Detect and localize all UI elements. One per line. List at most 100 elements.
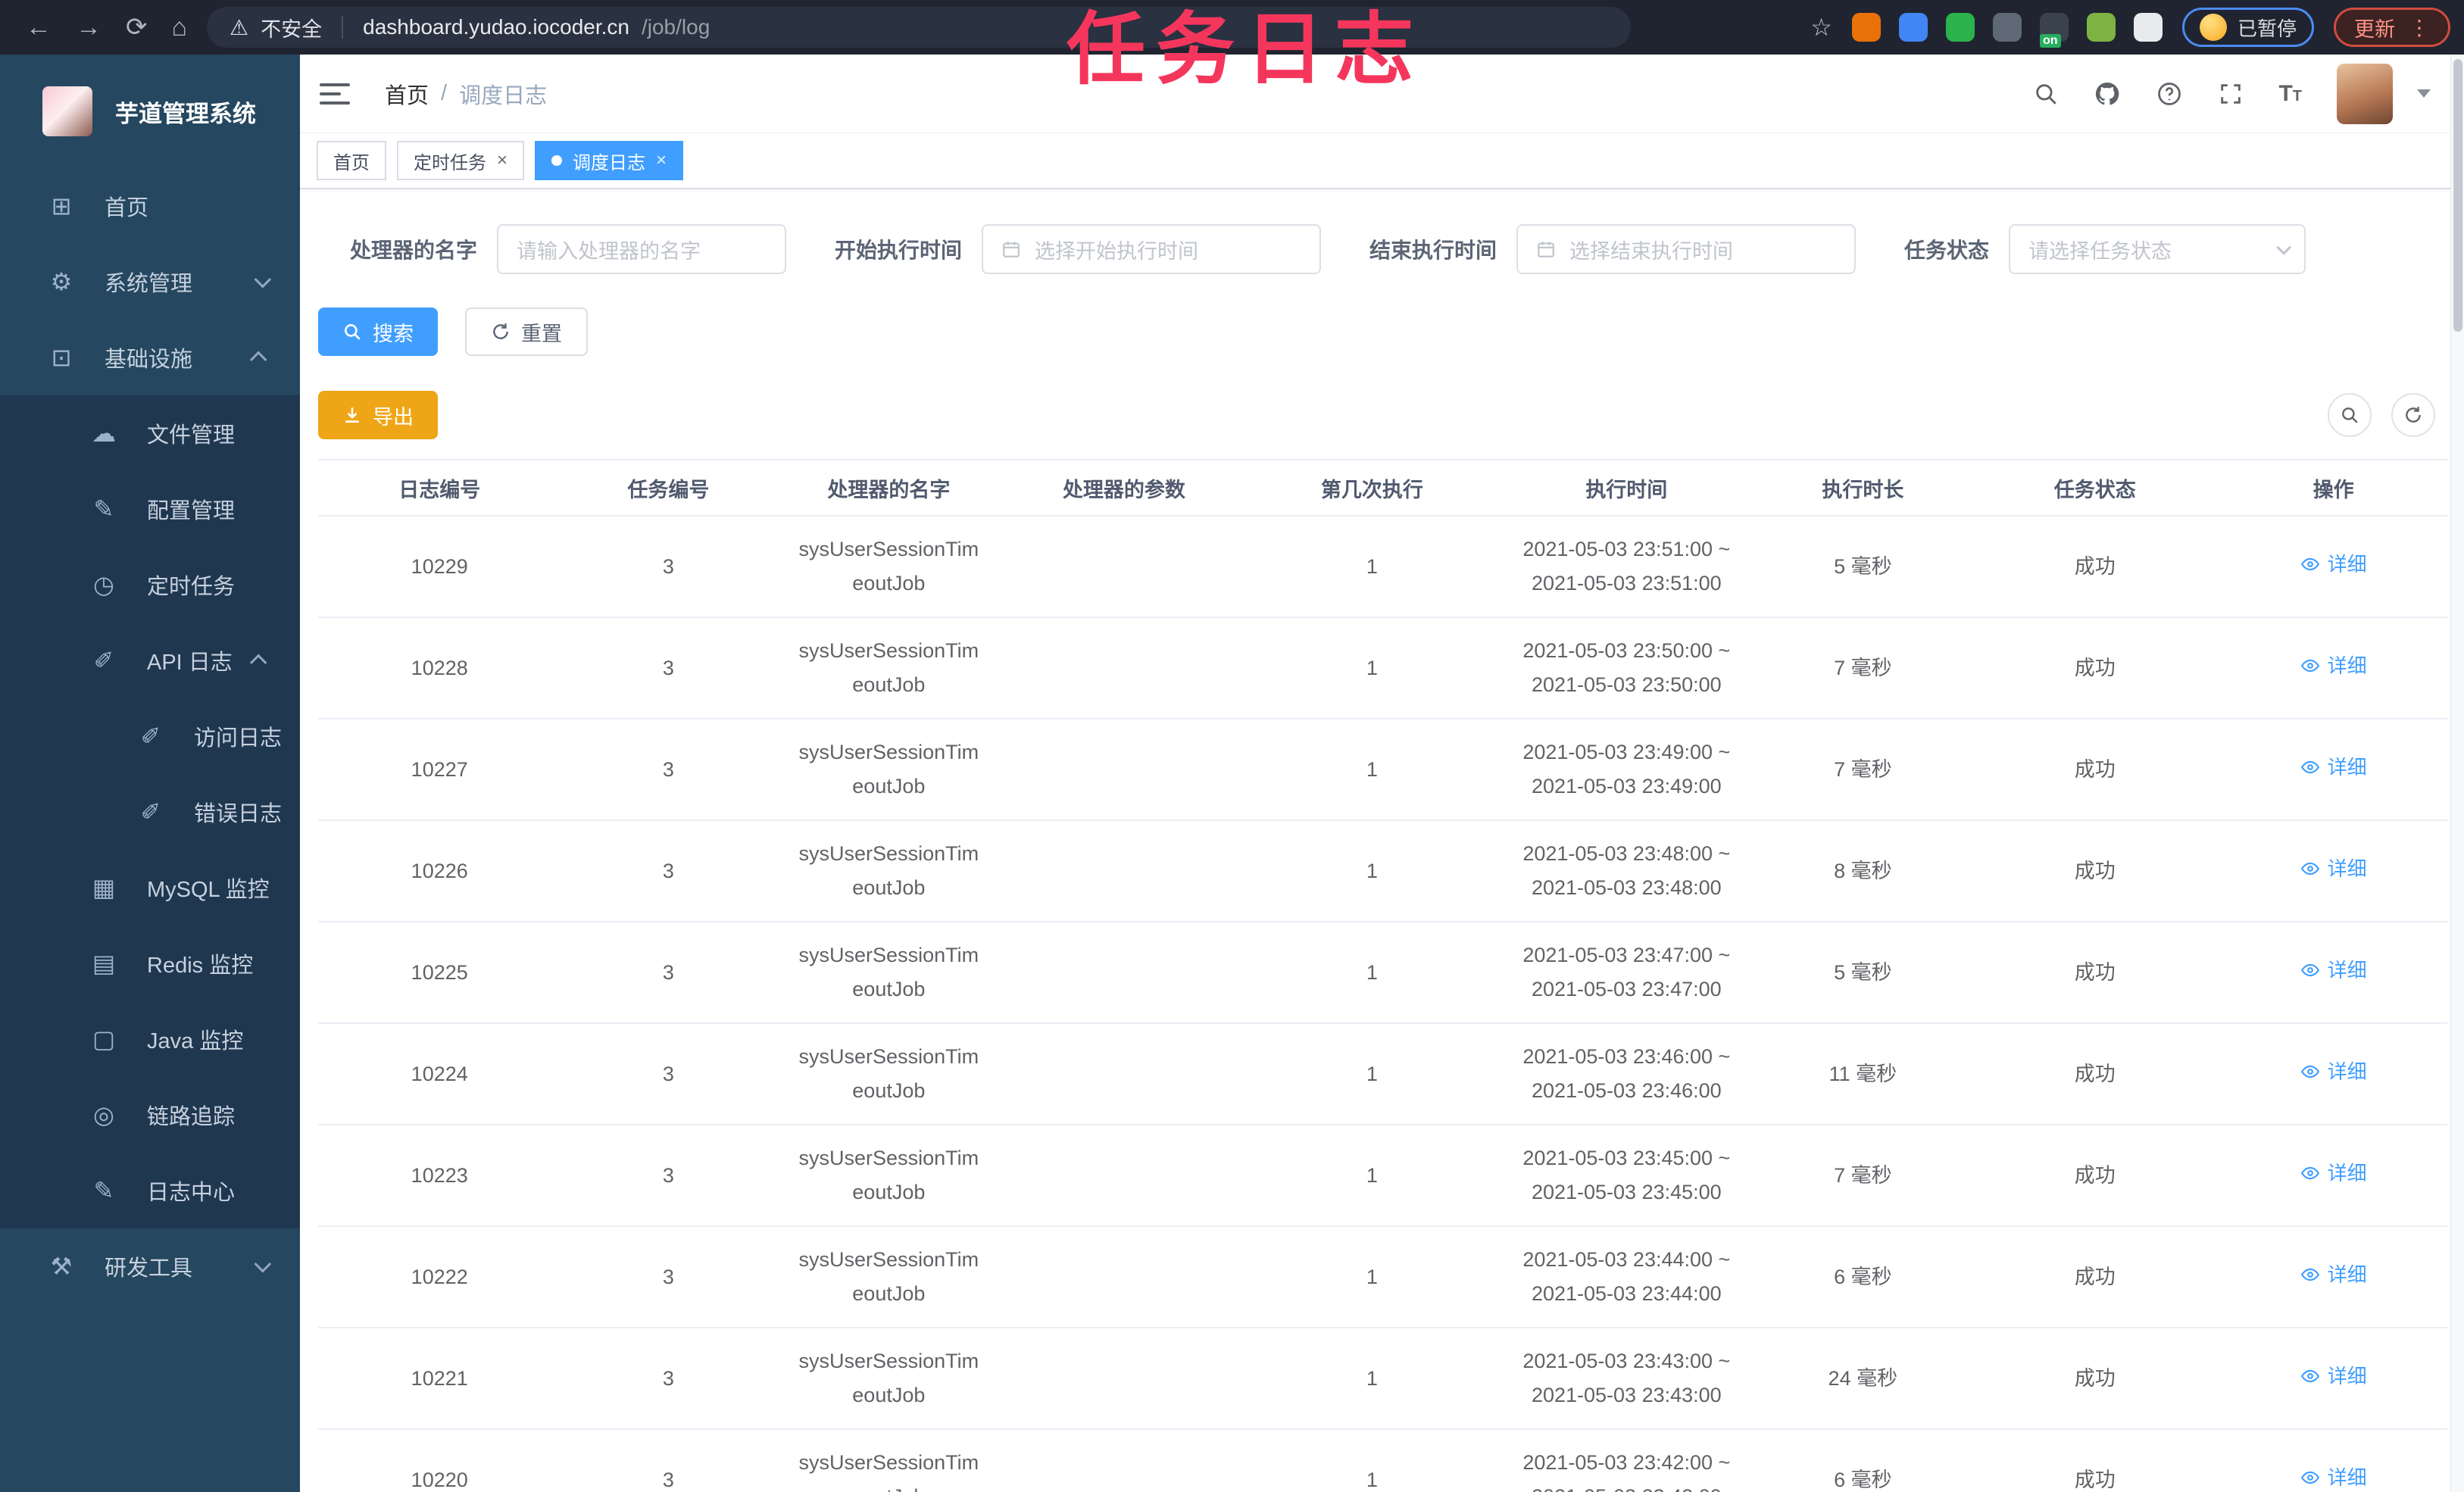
fullscreen-icon[interactable] [2218, 81, 2244, 107]
operation-cell: 详细 [2219, 1429, 2447, 1492]
extension-leaf-icon[interactable] [2086, 13, 2116, 42]
handler-name: sysUserSessionTimeoutJob [798, 1147, 979, 1203]
eye-icon [2300, 1062, 2320, 1082]
search-icon[interactable] [2033, 81, 2059, 107]
sidebar-nav: ⊞ 首页 ⚙ 系统管理 ⊡ 基础设施 ☁ 文件管理 ✎ 配置管理 ◷ 定时任务 ✐ API 日志 ✐ 访问日志… [0, 168, 300, 1304]
table-body: 10229 3 sysUserSessionTimeoutJob 1 2021-05-0… [318, 516, 2447, 1492]
log-edit-icon: ✐ [93, 647, 114, 674]
sidebar-logo-row[interactable]: 芋道管理系统 [0, 55, 300, 168]
start-time: 2021-05-03 23:43:00 ~ [1522, 1350, 1731, 1373]
column-header: 第几次执行 [1246, 459, 1498, 517]
sidebar-item-error-log[interactable]: ✐ 错误日志 [0, 774, 300, 850]
user-avatar[interactable] [2337, 63, 2393, 124]
detail-link[interactable]: 详细 [2300, 853, 2367, 885]
job-id-cell: 3 [561, 1226, 776, 1328]
sidebar-item-mysql-monitor[interactable]: ▦ MySQL 监控 [0, 850, 300, 925]
detail-link[interactable]: 详细 [2300, 751, 2367, 784]
tag-job-log[interactable]: 调度日志 × [535, 141, 684, 180]
extension-orange-ring-icon[interactable] [1851, 13, 1881, 42]
execute-time-cell: 2021-05-03 23:46:00 ~ 2021-05-03 23:46:00 [1497, 1023, 1756, 1125]
detail-link[interactable]: 详细 [2300, 1056, 2367, 1088]
status-cell: 成功 [1970, 1023, 2220, 1125]
sidebar-item-file-management[interactable]: ☁ 文件管理 [0, 395, 300, 471]
sidebar-item-config-management[interactable]: ✎ 配置管理 [0, 471, 300, 547]
eye-icon [2300, 960, 2320, 980]
update-label: 更新 [2354, 17, 2395, 41]
back-icon[interactable]: ← [26, 13, 52, 42]
end-time: 2021-05-03 23:46:00 [1531, 1079, 1722, 1102]
operation-cell: 详细 [2219, 922, 2447, 1024]
handler-name-cell: sysUserSessionTimeoutJob [776, 1125, 1002, 1227]
home-icon[interactable]: ⌂ [172, 13, 188, 42]
end-time-input[interactable]: 选择结束执行时间 [1516, 224, 1857, 274]
detail-link[interactable]: 详细 [2300, 954, 2367, 987]
log-id-cell: 10227 [318, 719, 561, 821]
toggle-search-button[interactable] [2328, 393, 2372, 437]
text-size-icon[interactable]: TT [2278, 81, 2302, 107]
table-row: 10223 3 sysUserSessionTimeoutJob 1 2021-05-0… [318, 1125, 2447, 1227]
github-icon[interactable] [2094, 80, 2121, 108]
duration-cell: 11 毫秒 [1755, 1023, 1971, 1125]
sidebar-item-home[interactable]: ⊞ 首页 [0, 168, 300, 244]
reload-icon[interactable]: ⟳ [126, 12, 148, 42]
java-screen-icon: ▢ [92, 1025, 116, 1053]
sidebar-item-access-log[interactable]: ✐ 访问日志 [0, 698, 300, 774]
detail-link[interactable]: 详细 [2300, 1259, 2367, 1291]
vertical-scrollbar[interactable] [2450, 55, 2464, 1492]
detail-link[interactable]: 详细 [2300, 1462, 2367, 1492]
detail-link[interactable]: 详细 [2300, 1157, 2367, 1190]
sidebar-item-java-monitor[interactable]: ▢ Java 监控 [0, 1001, 300, 1077]
reset-button[interactable]: 重置 [465, 307, 588, 356]
close-icon[interactable]: × [497, 150, 507, 171]
detail-link[interactable]: 详细 [2300, 1360, 2367, 1393]
sidebar-item-system-management[interactable]: ⚙ 系统管理 [0, 244, 300, 320]
eye-icon: ◎ [93, 1101, 114, 1128]
extension-blue-drop-icon[interactable] [1898, 13, 1928, 42]
detail-label: 详细 [2327, 1263, 2367, 1286]
sidebar-item-label: 文件管理 [147, 423, 236, 448]
browser-menu-icon[interactable]: ⋮ [2409, 15, 2430, 40]
sidebar-item-label: 访问日志 [194, 726, 283, 751]
handler-param-cell [1001, 922, 1247, 1024]
column-header: 操作 [2219, 459, 2447, 517]
column-header: 执行时间 [1497, 459, 1756, 517]
handler-param-cell [1001, 1429, 1247, 1492]
browser-update-button[interactable]: 更新 ⋮ [2334, 8, 2450, 47]
job-status-select[interactable]: 请选择任务状态 [2009, 224, 2306, 274]
extension-dark-icon[interactable]: on [2039, 13, 2069, 48]
sidebar-item-infrastructure[interactable]: ⊡ 基础设施 [0, 320, 300, 395]
extension-grid-icon[interactable] [1992, 13, 2022, 42]
detail-link[interactable]: 详细 [2300, 548, 2367, 581]
extension-green-check-icon[interactable] [1945, 13, 1975, 42]
sidebar-item-redis-monitor[interactable]: ▤ Redis 监控 [0, 925, 300, 1001]
forward-icon[interactable]: → [76, 13, 101, 42]
sidebar-item-trace[interactable]: ◎ 链路追踪 [0, 1077, 300, 1153]
sidebar-item-dev-tools[interactable]: ⚒ 研发工具 [0, 1228, 300, 1304]
help-icon[interactable] [2156, 80, 2183, 108]
tag-label: 定时任务 [414, 152, 486, 173]
sidebar-item-scheduled-tasks[interactable]: ◷ 定时任务 [0, 547, 300, 623]
start-time: 2021-05-03 23:46:00 ~ [1522, 1045, 1731, 1069]
detail-link[interactable]: 详细 [2300, 650, 2367, 682]
breadcrumb-home[interactable]: 首页 [385, 78, 429, 110]
chevron-down-icon[interactable] [2417, 89, 2431, 98]
scrollbar-thumb[interactable] [2453, 59, 2462, 332]
menu-fold-icon[interactable] [320, 83, 350, 105]
tag-scheduled-tasks[interactable]: 定时任务 × [397, 141, 525, 180]
execute-time-cell: 2021-05-03 23:44:00 ~ 2021-05-03 23:44:00 [1497, 1226, 1756, 1328]
profile-paused-pill[interactable]: 已暂停 [2181, 8, 2314, 47]
close-icon[interactable]: × [656, 150, 667, 171]
sidebar-item-api-log[interactable]: ✐ API 日志 [0, 623, 300, 698]
handler-name-input[interactable]: 请输入处理器的名字 [497, 224, 787, 274]
extension-puzzle-icon[interactable] [2133, 13, 2163, 42]
begin-time-input[interactable]: 选择开始执行时间 [982, 224, 1322, 274]
bookmark-star-icon[interactable]: ☆ [1810, 13, 1832, 42]
duration-cell: 7 毫秒 [1755, 617, 1971, 719]
operation-cell: 详细 [2219, 1226, 2447, 1328]
tag-home[interactable]: 首页 [317, 141, 386, 180]
sidebar-item-log-center[interactable]: ✎ 日志中心 [0, 1153, 300, 1228]
refresh-table-button[interactable] [2391, 393, 2435, 437]
search-button[interactable]: 搜索 [318, 307, 438, 356]
handler-param-cell [1001, 719, 1247, 821]
export-button[interactable]: 导出 [318, 391, 438, 439]
